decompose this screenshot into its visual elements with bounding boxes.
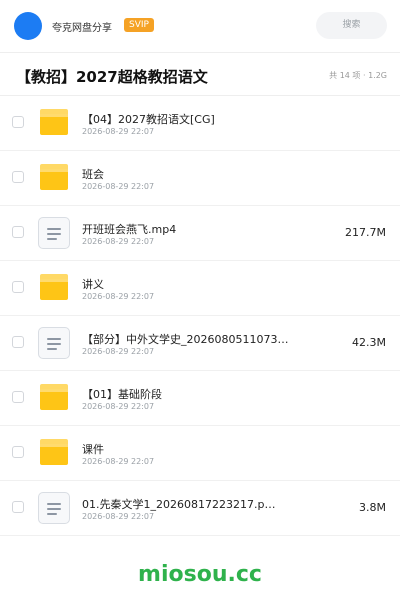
watermark: miosou.cc (138, 562, 262, 587)
document-icon (38, 217, 70, 249)
list-item[interactable]: 课件 2026-08-29 22:07 (0, 426, 400, 481)
page-title: 【教招】2027超格教招语文 (16, 68, 208, 86)
item-date: 2026-08-29 22:07 (82, 347, 155, 356)
select-checkbox[interactable] (12, 171, 24, 183)
item-name: 【04】2027教招语文[CG] (82, 113, 215, 126)
item-name: 班会 (82, 168, 104, 181)
item-name: 【01】基础阶段 (82, 388, 162, 401)
avatar[interactable] (14, 12, 42, 40)
item-date: 2026-08-29 22:07 (82, 182, 155, 191)
item-size: 3.8M (359, 501, 386, 514)
item-name: 课件 (82, 443, 104, 456)
folder-title-bar: 【教招】2027超格教招语文 共 14 项 · 1.2G (0, 53, 400, 96)
select-checkbox[interactable] (12, 446, 24, 458)
select-checkbox[interactable] (12, 501, 24, 513)
list-item[interactable]: 【部分】中外文学史_202608051107387… 2026-08-29 22:… (0, 316, 400, 371)
document-icon (38, 492, 70, 524)
select-checkbox[interactable] (12, 391, 24, 403)
item-size: 42.3M (352, 336, 386, 349)
top-bar: 夸克网盘分享 SVIP 搜索 (0, 0, 400, 53)
list-item[interactable]: 【04】2027教招语文[CG] 2026-08-29 22:07 (0, 96, 400, 151)
item-date: 2026-08-29 22:07 (82, 402, 155, 411)
item-size: 217.7M (345, 226, 386, 239)
svip-badge: SVIP (124, 18, 154, 32)
folder-icon (40, 384, 68, 410)
select-checkbox[interactable] (12, 226, 24, 238)
file-list: 【04】2027教招语文[CG] 2026-08-29 22:07 班会 2026-0… (0, 96, 400, 536)
folder-icon (40, 109, 68, 135)
list-item[interactable]: 班会 2026-08-29 22:07 (0, 151, 400, 206)
select-checkbox[interactable] (12, 336, 24, 348)
select-checkbox[interactable] (12, 281, 24, 293)
list-item[interactable]: 【01】基础阶段 2026-08-29 22:07 (0, 371, 400, 426)
folder-icon (40, 274, 68, 300)
list-item[interactable]: 01.先秦文学1_20260817223217.p… 2026-08-29 22:… (0, 481, 400, 536)
app-name: 夸克网盘分享 (52, 23, 112, 34)
item-name: 开班班会燕飞.mp4 (82, 223, 177, 236)
folder-icon (40, 439, 68, 465)
list-item[interactable]: 讲义 2026-08-29 22:07 (0, 261, 400, 316)
item-date: 2026-08-29 22:07 (82, 292, 155, 301)
item-date: 2026-08-29 22:07 (82, 237, 155, 246)
select-checkbox[interactable] (12, 116, 24, 128)
search-button[interactable]: 搜索 (316, 12, 387, 39)
folder-summary: 共 14 项 · 1.2G (329, 71, 387, 80)
item-date: 2026-08-29 22:07 (82, 512, 155, 521)
document-icon (38, 327, 70, 359)
item-date: 2026-08-29 22:07 (82, 457, 155, 466)
item-name: 【部分】中外文学史_202608051107387… (82, 333, 292, 346)
item-name: 01.先秦文学1_20260817223217.p… (82, 498, 276, 511)
item-date: 2026-08-29 22:07 (82, 127, 155, 136)
folder-icon (40, 164, 68, 190)
list-item[interactable]: 开班班会燕飞.mp4 2026-08-29 22:07 217.7M (0, 206, 400, 261)
item-name: 讲义 (82, 278, 104, 291)
